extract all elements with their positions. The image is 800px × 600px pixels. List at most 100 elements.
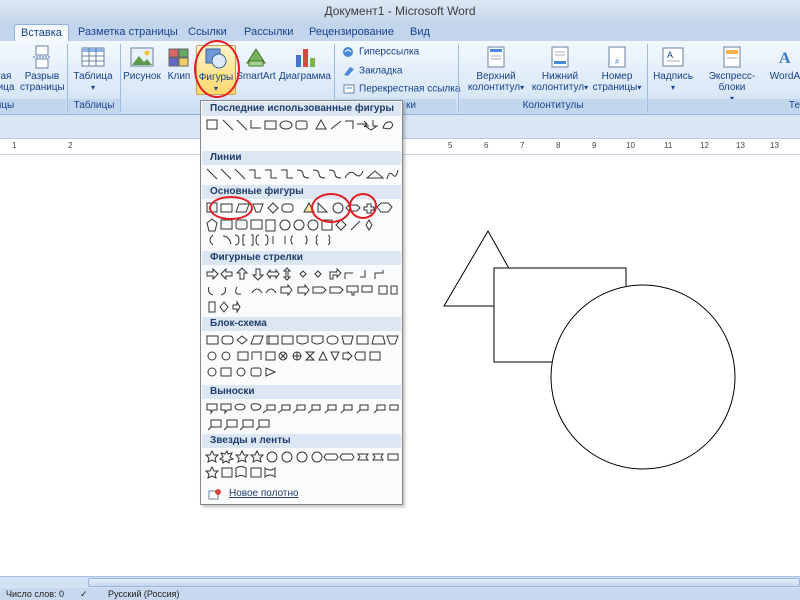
smartart-button[interactable]: SmartArt	[236, 45, 276, 82]
arrows-grid[interactable]	[205, 267, 401, 315]
tab-view[interactable]: Вид	[404, 24, 436, 42]
chart-icon	[296, 49, 315, 67]
tables-group-label: Таблицы	[68, 99, 120, 113]
cover-page-label: ая ица	[0, 71, 15, 93]
page-number-label: Номер страницы	[592, 71, 638, 93]
table-label: Таблица	[73, 71, 113, 82]
basic-shapes-row-3[interactable]	[205, 233, 401, 247]
picture-label: Рисунок	[123, 71, 161, 82]
clipart-label: Клип	[167, 71, 191, 82]
window-title: Документ1 - Microsoft Word	[324, 4, 476, 18]
section-recent: Последние использованные фигуры	[202, 102, 401, 116]
picture-button[interactable]: Рисунок	[123, 45, 161, 82]
crossref-button[interactable]: Перекрестная ссылка	[342, 83, 460, 99]
header-icon	[487, 46, 505, 68]
ruler-number: 6	[484, 141, 489, 150]
triangle-highlight	[311, 193, 351, 223]
horizontal-scrollbar[interactable]	[0, 576, 800, 588]
hyperlink-icon	[343, 47, 353, 57]
ruler-number: 7	[520, 141, 525, 150]
ruler-number: 9	[592, 141, 597, 150]
new-canvas-label: Новое полотно	[229, 488, 299, 499]
smartart-icon	[246, 48, 266, 67]
tab-page-layout[interactable]: Разметка страницы	[72, 24, 184, 42]
section-stars: Звезды и ленты	[202, 434, 401, 448]
ruler-number: 13	[770, 141, 779, 150]
wordart-icon: A	[779, 50, 791, 67]
ruler-number: 12	[700, 141, 709, 150]
quickparts-icon	[723, 46, 741, 68]
tab-mailings[interactable]: Рассылки	[238, 24, 299, 42]
bookmark-button[interactable]: Закладка	[342, 65, 402, 81]
circle-shape[interactable]	[550, 284, 736, 470]
ruler-number: 2	[68, 141, 73, 150]
textbox-label: Надпись	[653, 71, 693, 82]
page-break-button[interactable]: Разрыв страницы	[20, 45, 65, 93]
text-group-label: Те	[648, 99, 800, 113]
chart-button[interactable]: Диаграмма	[278, 45, 332, 82]
bookmark-label: Закладка	[359, 65, 403, 77]
new-canvas-icon	[208, 489, 221, 500]
footer-label: Нижний колонтитул	[531, 71, 585, 93]
recent-shapes-row[interactable]	[205, 118, 401, 132]
ribbon-tabs: Вставка Разметка страницы Ссылки Рассылк…	[0, 22, 800, 43]
shapes-gallery: Последние использованные фигуры Линии Ос…	[200, 100, 403, 505]
header-footer-group-label: Колонтитулы	[460, 99, 646, 113]
tab-references[interactable]: Ссылки	[182, 24, 233, 42]
scrollbar-thumb[interactable]	[88, 578, 800, 587]
ruler-number: 1	[12, 141, 17, 150]
page-break-icon	[33, 45, 51, 69]
page-number-button[interactable]: # Номер страницы▾	[592, 45, 642, 93]
picture-icon	[130, 47, 154, 67]
wordart-label: WordArt	[769, 71, 800, 82]
oval-highlight	[349, 193, 377, 219]
parallelogram-highlight	[209, 196, 253, 220]
ruler-number: 13	[736, 141, 745, 150]
quickparts-button[interactable]: Экспресс-блоки▾	[698, 45, 766, 104]
flowchart-grid[interactable]	[205, 333, 401, 383]
chart-label: Диаграмма	[278, 71, 331, 82]
svg-text:#: #	[615, 59, 619, 66]
hyperlink-label: Гиперссылка	[359, 46, 420, 58]
footer-icon	[551, 46, 569, 68]
clipart-icon	[168, 48, 189, 67]
page-number-icon: #	[608, 46, 626, 68]
ruler-number: 11	[664, 141, 673, 150]
header-button[interactable]: Верхний колонтитул▾	[466, 45, 526, 93]
group-separator	[120, 44, 121, 112]
bookmark-icon	[344, 67, 354, 76]
textbox-button[interactable]: A Надпись ▾	[652, 45, 694, 93]
header-label: Верхний колонтитул	[467, 71, 521, 93]
title-bar: Документ1 - Microsoft Word	[0, 0, 800, 22]
language-indicator[interactable]: Русский (Россия)	[108, 589, 179, 599]
cover-page-button[interactable]: ая ица	[0, 71, 16, 93]
wordart-button[interactable]: A WordArt	[768, 45, 800, 82]
crossref-label: Перекрестная ссылка	[359, 83, 461, 95]
new-canvas-item[interactable]: Новое полотно	[202, 487, 401, 502]
callouts-grid[interactable]	[205, 401, 401, 431]
shapes-button-highlight	[194, 40, 240, 98]
smartart-label: SmartArt	[236, 71, 276, 82]
section-arrows: Фигурные стрелки	[202, 251, 401, 265]
table-icon	[81, 47, 105, 67]
ruler-number: 8	[556, 141, 561, 150]
word-count[interactable]: Число слов: 0	[6, 589, 64, 599]
tab-review[interactable]: Рецензирование	[303, 24, 400, 42]
crossref-icon	[343, 84, 355, 94]
stars-grid[interactable]	[205, 450, 401, 480]
footer-button[interactable]: Нижний колонтитул▾	[530, 45, 590, 93]
spellcheck-icon[interactable]: ✓	[80, 589, 88, 600]
section-lines: Линии	[202, 151, 401, 165]
table-button[interactable]: Таблица ▾	[72, 45, 114, 93]
section-callouts: Выноски	[202, 385, 401, 399]
section-flowchart: Блок-схема	[202, 317, 401, 331]
svg-text:A: A	[779, 50, 791, 67]
ruler-number: 10	[626, 141, 635, 150]
status-bar: Число слов: 0 ✓ Русский (Россия)	[0, 588, 800, 600]
hyperlink-button[interactable]: Гиперссылка	[342, 46, 419, 62]
textbox-icon: A	[662, 47, 684, 67]
pages-group-label: ицы	[0, 99, 66, 113]
quickparts-label: Экспресс-блоки	[708, 71, 756, 93]
clipart-button[interactable]: Клип	[166, 45, 192, 82]
lines-row[interactable]	[205, 167, 401, 181]
